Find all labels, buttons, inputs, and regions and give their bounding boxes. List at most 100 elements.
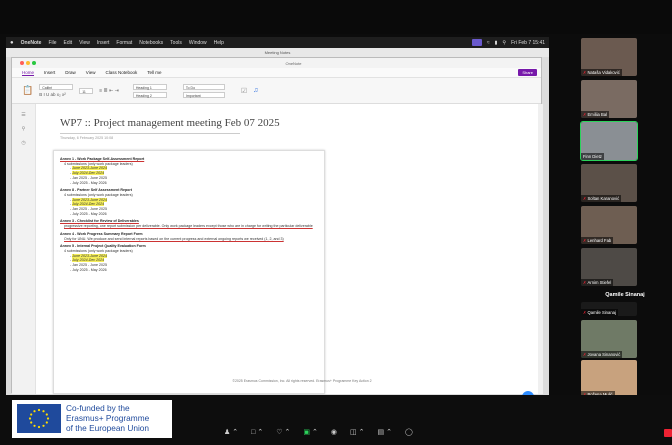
tab-class-notebook[interactable]: Class Notebook (105, 70, 137, 75)
eu-flag-icon (17, 404, 61, 433)
recent-icon[interactable]: ◷ (12, 140, 35, 146)
tab-draw[interactable]: Draw (65, 70, 76, 75)
paste-icon[interactable]: 📋 (22, 85, 33, 96)
format-buttons[interactable]: B I U ab x₂ x² (39, 92, 73, 97)
tag-to-do[interactable]: To Do (182, 83, 225, 90)
chat-button[interactable]: □ ⌃ (251, 428, 263, 437)
styles-group: Heading 1 Heading 2 (132, 83, 167, 98)
eu-logo: Co-funded by the Erasmus+ Programme of t… (12, 400, 172, 438)
participant-name: Soltan Karanović (587, 196, 620, 201)
tags-group: To Do Important (182, 83, 225, 98)
menu-tools[interactable]: Tools (170, 40, 182, 46)
mic-muted-icon: ✗ (583, 352, 587, 357)
react-button[interactable]: ♡ ⌃ (276, 428, 290, 436)
menu-app-name[interactable]: OneNote (21, 40, 42, 46)
wifi-icon[interactable]: ≈ (487, 40, 490, 46)
checklist-icon[interactable]: ☑ (241, 87, 247, 95)
font-group: Calibri B I U ab x₂ x² (39, 84, 74, 97)
tab-home[interactable]: Home (22, 70, 35, 76)
annex-3: Annex 3 - Checklist for Review of Delive… (60, 219, 318, 228)
participant-tile[interactable]: Finn Dietz (580, 121, 638, 161)
ribbon-tabs: Home Insert Draw View Class Notebook Tel… (12, 68, 541, 78)
onenote-window: OneNote Home Insert Draw View Class Note… (11, 57, 543, 395)
apps-button[interactable]: ◫ ⌃ (350, 428, 365, 436)
menu-file[interactable]: File (48, 40, 56, 46)
minimize-icon[interactable] (26, 61, 30, 65)
participant-name: Jovana Sinanović (587, 352, 621, 357)
participant-tile[interactable]: ✗ Soltan Karanović (581, 164, 637, 202)
mic-muted-icon: ✗ (583, 310, 587, 315)
notebooks-icon[interactable]: ☰ (12, 112, 35, 118)
eu-line-2: Erasmus+ Programme (66, 413, 150, 423)
list-buttons[interactable]: ≡ ≣ ⇤ ⇥ (99, 88, 119, 94)
note-container[interactable]: Annex 1 - Work Package Self-Assessment R… (53, 150, 325, 394)
traffic-lights (20, 61, 36, 65)
list-item: - July 2025 - May 2026 (70, 211, 107, 216)
menu-edit[interactable]: Edit (64, 40, 73, 46)
menubar-status: ≈ ▮ ⚲ Fri Feb 7 15:41 (471, 39, 545, 46)
style-heading-1[interactable]: Heading 1 (132, 83, 167, 90)
participant-name: Nataša Vidaković (587, 70, 620, 75)
share-screen-icon: ▣ (303, 429, 311, 436)
window-tabrow: OneNote (12, 58, 541, 68)
participant-tile[interactable]: ✗ Qamile Sinanaj (581, 302, 637, 316)
clock: Fri Feb 7 15:41 (511, 39, 545, 46)
apps-icon: ◫ (350, 429, 357, 436)
record-icon: ◉ (330, 429, 338, 436)
record-button[interactable]: ◉ (331, 428, 337, 436)
search-icon[interactable]: ⚲ (502, 40, 506, 46)
tab-tell-me[interactable]: Tell me (147, 70, 161, 75)
mic-muted-icon: ✗ (583, 238, 587, 243)
mac-menubar: ● OneNote File Edit View Insert Format N… (6, 37, 549, 48)
list-item: - July 2025 - May 2026 (70, 180, 107, 185)
font-size-select[interactable]: 11 (79, 87, 94, 94)
participant-tile[interactable]: ✗ Jovana Sinanović (581, 320, 637, 358)
tab-insert[interactable]: Insert (44, 70, 55, 75)
whiteboard-button[interactable]: ▤ ⌃ (378, 428, 393, 436)
menu-window[interactable]: Window (189, 40, 207, 46)
participant-tile[interactable]: ✗Božena Mulić (581, 360, 637, 398)
doc-label: OneNote (285, 60, 302, 66)
whiteboard-icon: ▤ (377, 429, 385, 436)
zoom-share-badge[interactable] (471, 39, 482, 46)
menu-format[interactable]: Format (116, 40, 132, 46)
mic-muted-icon: ✗ (583, 70, 587, 75)
share-button[interactable]: Share (518, 69, 537, 76)
page-date: Thursday, 6 February 2025 10:08 (60, 136, 114, 140)
leave-button[interactable] (664, 429, 672, 437)
footer-text: ©2025 Erasmus Commission, Inc. All right… (232, 379, 372, 383)
page-title[interactable]: WP7 :: Project management meeting Feb 07… (60, 117, 280, 129)
dictate-icon[interactable]: ♫ (253, 87, 258, 94)
eu-funding-text: Co-funded by the Erasmus+ Programme of t… (66, 403, 149, 433)
zoom-meeting-window: ● OneNote File Edit View Insert Format N… (0, 0, 672, 445)
more-button[interactable]: ◯ (405, 428, 413, 436)
participant-name: Emiliia Bal (587, 112, 608, 117)
menu-insert[interactable]: Insert (97, 40, 110, 46)
font-name-select[interactable]: Calibri (39, 84, 74, 90)
battery-icon[interactable]: ▮ (495, 40, 498, 46)
share-screen-button[interactable]: ▣ ⌃ (303, 428, 318, 436)
apple-icon[interactable]: ● (10, 40, 14, 46)
participants-button[interactable]: ♟ ⌃ (224, 428, 238, 436)
menu-view[interactable]: View (79, 40, 90, 46)
annex-5: Annex 5 - Internal Project Quality Evalu… (60, 244, 318, 272)
search-notes-icon[interactable]: ⚲ (12, 126, 35, 132)
menu-notebooks[interactable]: Notebooks (139, 40, 163, 46)
title-underline (60, 133, 240, 134)
close-icon[interactable] (20, 61, 24, 65)
style-heading-2[interactable]: Heading 2 (132, 91, 167, 98)
participant-tile[interactable]: ✗ Emiliia Bal (581, 80, 637, 118)
tag-important[interactable]: Important (182, 91, 225, 98)
ribbon-toolbar: 📋 Calibri B I U ab x₂ x² 11 ≡ ≣ ⇤ ⇥ Head… (12, 78, 541, 104)
participant-tile[interactable]: ✗ Arnim Stiefel (581, 248, 637, 286)
zoom-icon[interactable] (32, 61, 36, 65)
page-scrollbar[interactable] (538, 104, 543, 394)
participant-tile[interactable]: ✗ Nataša Vidaković (581, 38, 637, 76)
tab-view[interactable]: View (86, 70, 96, 75)
participants-panel: ✗ Nataša Vidaković ✗ Emiliia Bal Finn Diet… (578, 34, 672, 445)
meeting-controls: ♟ ⌃ □ ⌃ ♡ ⌃ ▣ ⌃ ◉ ◫ ⌃ ▤ ⌃ ◯ (224, 428, 413, 437)
top-black-bar (0, 0, 672, 34)
note-page[interactable]: WP7 :: Project management meeting Feb 07… (36, 104, 543, 394)
participant-tile[interactable]: ✗ Lenhard Fab (581, 206, 637, 244)
menu-help[interactable]: Help (214, 40, 224, 46)
